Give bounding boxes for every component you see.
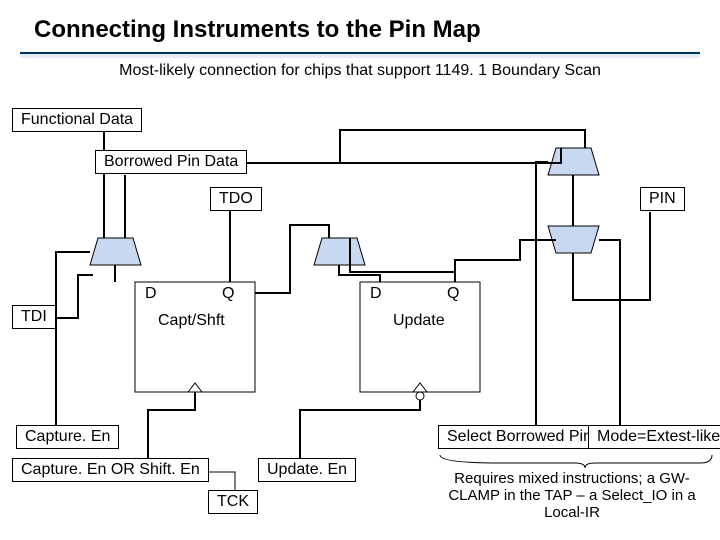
- update-en-label: Update. En: [258, 458, 356, 482]
- ff1-name: Capt/Shft: [158, 312, 225, 330]
- tck-label: TCK: [208, 490, 258, 514]
- ff2-name: Update: [393, 312, 445, 330]
- ff2-d: D: [370, 285, 382, 303]
- functional-data-label: Functional Data: [12, 108, 142, 132]
- ff1-q: Q: [222, 285, 234, 303]
- ff1-d: D: [145, 285, 157, 303]
- tdo-label: TDO: [210, 187, 262, 211]
- ff2-q: Q: [447, 285, 459, 303]
- footnote: Requires mixed instructions; a GW-CLAMP …: [432, 470, 712, 521]
- mode-label: Mode=Extest-like: [588, 425, 720, 449]
- borrowed-pin-data-label: Borrowed Pin Data: [95, 150, 247, 174]
- pin-label: PIN: [640, 187, 685, 211]
- capture-en-label: Capture. En: [16, 425, 119, 449]
- capture-or-shift-label: Capture. En OR Shift. En: [12, 458, 209, 482]
- tdi-label: TDI: [12, 305, 56, 329]
- select-borrowed-label: Select Borrowed Pin: [438, 425, 601, 449]
